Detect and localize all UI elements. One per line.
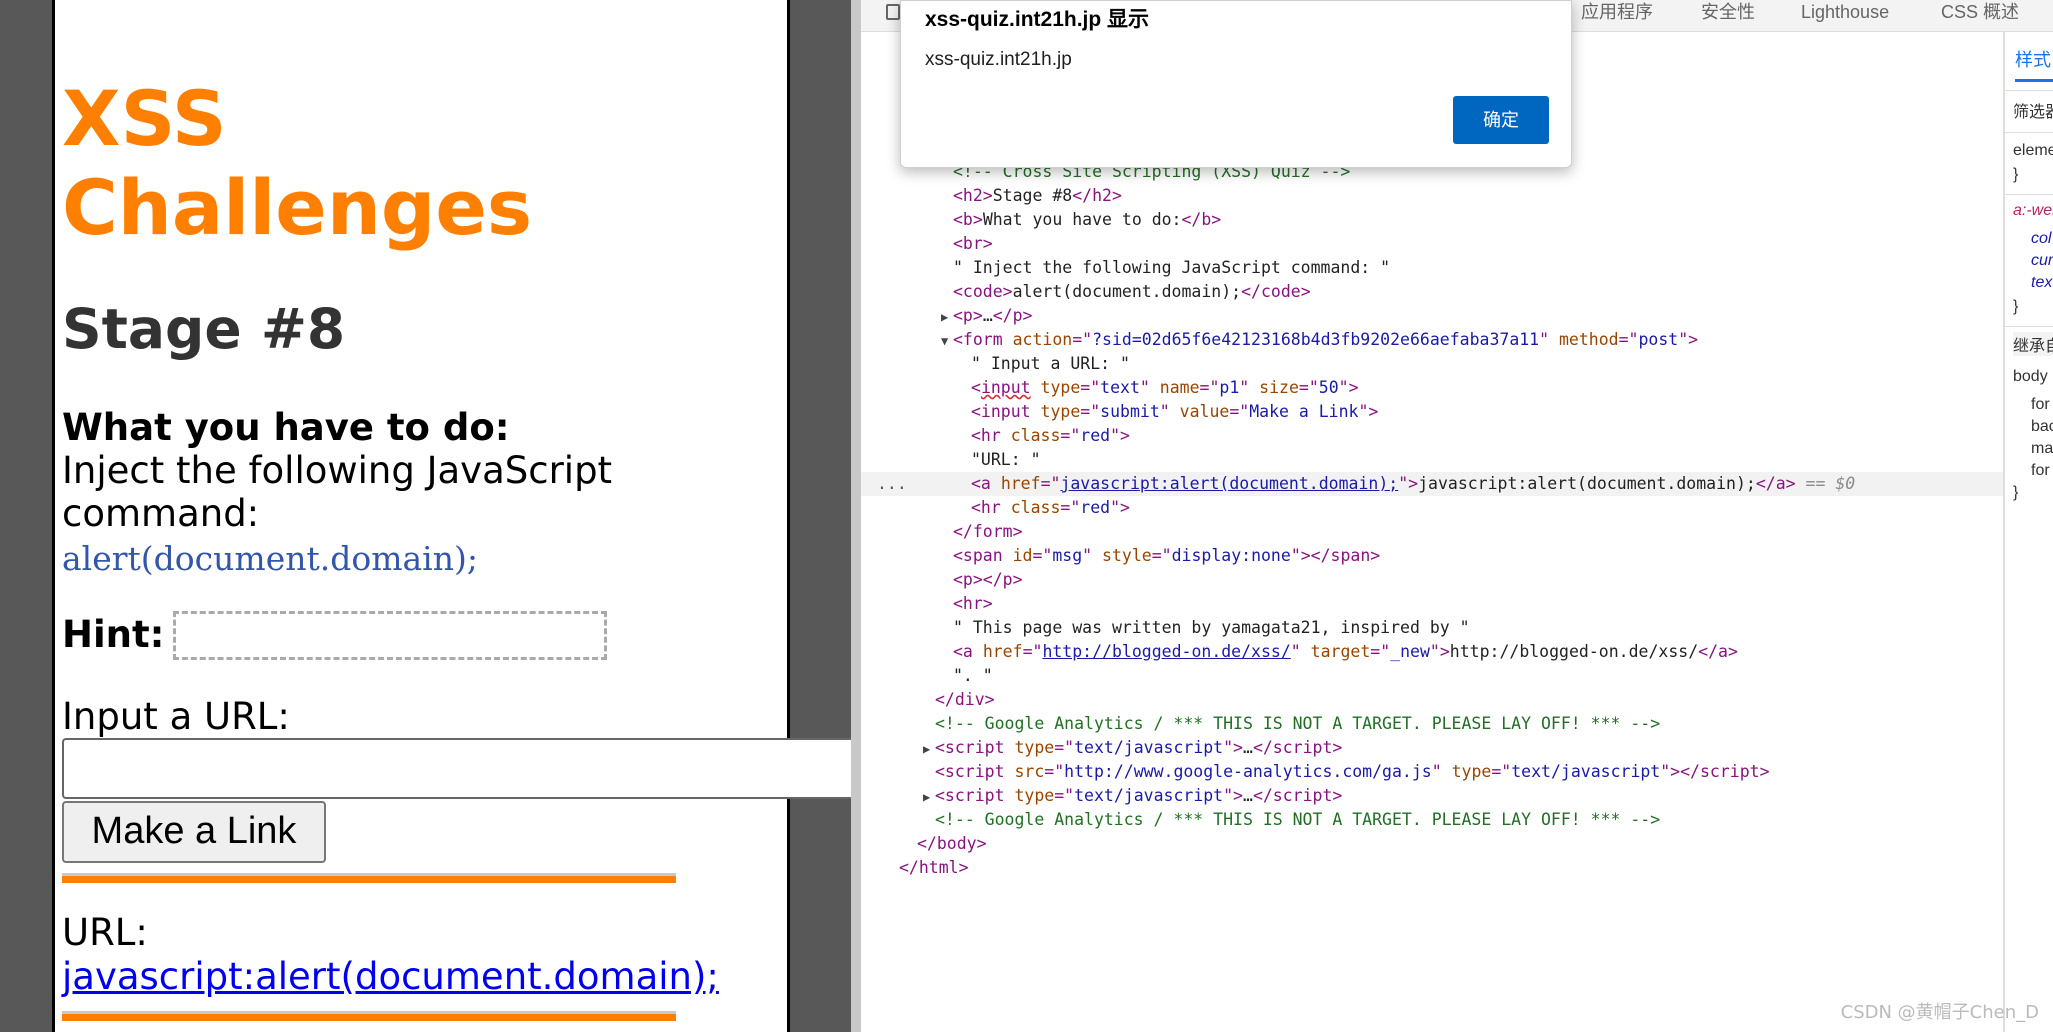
style-rule-row: mar (2031, 440, 2053, 457)
dom-line[interactable]: <code>alert(document.domain);</code> (953, 280, 1311, 304)
url-label: URL: (62, 911, 148, 954)
style-rule-row: } (2013, 484, 2019, 501)
style-rule-row: bac (2031, 418, 2053, 435)
dom-line[interactable]: " Inject the following JavaScript comman… (953, 256, 1390, 280)
elements-tree: <!-- Cross Site Scripting (XSS) Quiz -->… (861, 32, 2003, 1032)
hint-label: Hint: (62, 613, 165, 656)
style-rule-row: tex (2031, 274, 2053, 291)
url-input-label: Input a URL: (62, 695, 290, 738)
dom-line[interactable]: <span id="msg" style="display:none"></sp… (953, 544, 1380, 568)
generated-link[interactable]: javascript:alert(document.domain); (62, 955, 719, 999)
dom-line[interactable]: <!-- Google Analytics / *** THIS IS NOT … (935, 712, 1660, 736)
target-command: alert(document.domain); (62, 539, 478, 578)
dom-line[interactable]: <h2>Stage #8</h2> (953, 184, 1122, 208)
dialog-title: xss-quiz.int21h.jp 显示 (925, 8, 1150, 31)
task-heading: What you have to do: (62, 406, 510, 449)
dom-line[interactable]: <hr class="red"> (971, 496, 1130, 520)
dom-line[interactable]: </div> (935, 688, 995, 712)
styles-filter[interactable]: 筛选器 (2013, 98, 2053, 122)
style-rule-row: } (2013, 166, 2019, 183)
style-rule-row: } (2013, 298, 2019, 315)
dom-line[interactable]: " This page was written by yamagata21, i… (953, 616, 1470, 640)
tab-lighthouse[interactable]: Lighthouse (1801, 0, 1889, 24)
dom-line[interactable]: " Input a URL: " (971, 352, 1130, 376)
style-rule-row: for (2031, 396, 2050, 413)
separator (2005, 132, 2053, 133)
separator (2005, 194, 2053, 195)
hint-box (173, 611, 607, 660)
dom-line[interactable]: </html> (899, 856, 969, 880)
dom-line[interactable]: <input type="text" name="p1" size="50"> (971, 376, 1359, 400)
page-title: XSS Challenges (62, 74, 533, 252)
stage-heading: Stage #8 (62, 297, 346, 361)
inherited-header: 继承自 (2013, 332, 2053, 356)
dom-line[interactable]: "URL: " (971, 448, 1041, 472)
dom-line[interactable]: <script src="http://www.google-analytics… (935, 760, 1770, 784)
dom-line[interactable]: ▶ <p>…</p> (941, 304, 1033, 328)
separator (2005, 326, 2053, 327)
dom-line[interactable]: <p></p> (953, 568, 1023, 592)
expand-arrow-icon[interactable]: ▶ (923, 785, 935, 809)
ok-button[interactable]: 确定 (1453, 96, 1549, 144)
style-rule-row: cur (2031, 252, 2053, 269)
dom-line[interactable]: <b>What you have to do:</b> (953, 208, 1221, 232)
dom-line[interactable]: <input type="submit" value="Make a Link"… (971, 400, 1378, 424)
dialog-message: xss-quiz.int21h.jp (925, 49, 1072, 70)
dom-line[interactable]: </form> (953, 520, 1023, 544)
style-rule-row: for (2031, 462, 2050, 479)
dom-line[interactable]: ▶ <script type="text/javascript">…</scrip… (923, 736, 1342, 760)
style-rule-row: element (2013, 142, 2053, 159)
style-rule-row: col (2031, 230, 2052, 247)
dom-line[interactable]: ▼ <form action="?sid=02d65f6e42123168b4d3… (941, 328, 1698, 352)
tab-application[interactable]: 应用程序 (1581, 0, 1653, 24)
collapse-arrow-icon[interactable]: ▼ (941, 329, 953, 353)
tab-css-overview[interactable]: CSS 概述 (1941, 0, 2019, 24)
dom-line-selected[interactable]: ... <a href="javascript:alert(document.do… (861, 472, 2003, 496)
dom-line[interactable]: </body> (917, 832, 987, 856)
alert-dialog: xss-quiz.int21h.jp 显示 xss-quiz.int21h.jp… (900, 0, 1572, 168)
divider-red (62, 1011, 676, 1021)
dom-line[interactable]: <hr class="red"> (971, 424, 1130, 448)
dom-line[interactable]: <!-- Google Analytics / *** THIS IS NOT … (935, 808, 1660, 832)
style-rule-row: a:-web (2013, 202, 2053, 219)
watermark: CSDN @黄帽子Chen_D (1840, 1002, 2039, 1023)
divider-red (62, 873, 676, 883)
dom-line[interactable]: ▶ <script type="text/javascript">…</scrip… (923, 784, 1342, 808)
expand-arrow-icon[interactable]: ▶ (941, 305, 953, 329)
make-link-button[interactable]: Make a Link (62, 801, 326, 863)
tab-styles[interactable]: 样式 (2015, 42, 2053, 82)
dom-line[interactable]: <a href="http://blogged-on.de/xss/" targ… (953, 640, 1738, 664)
task-description: Inject the following JavaScript command: (62, 449, 613, 535)
styles-pane: 样式 筛选器 element } a:-web col cur tex } 继承… (2003, 32, 2053, 1032)
more-options-icon[interactable]: ... (877, 472, 907, 496)
tab-security[interactable]: 安全性 (1701, 0, 1755, 24)
browser-viewport: XSS Challenges Stage #8 What you have to… (0, 0, 851, 1032)
separator (2005, 90, 2053, 91)
dom-line[interactable]: ". " (953, 664, 993, 688)
dom-line[interactable]: <br> (953, 232, 993, 256)
url-input[interactable] (62, 738, 851, 799)
style-rule-row: body (2013, 368, 2048, 385)
device-toolbar-icon[interactable] (886, 4, 900, 20)
dom-line[interactable]: <hr> (953, 592, 993, 616)
expand-arrow-icon[interactable]: ▶ (923, 737, 935, 761)
